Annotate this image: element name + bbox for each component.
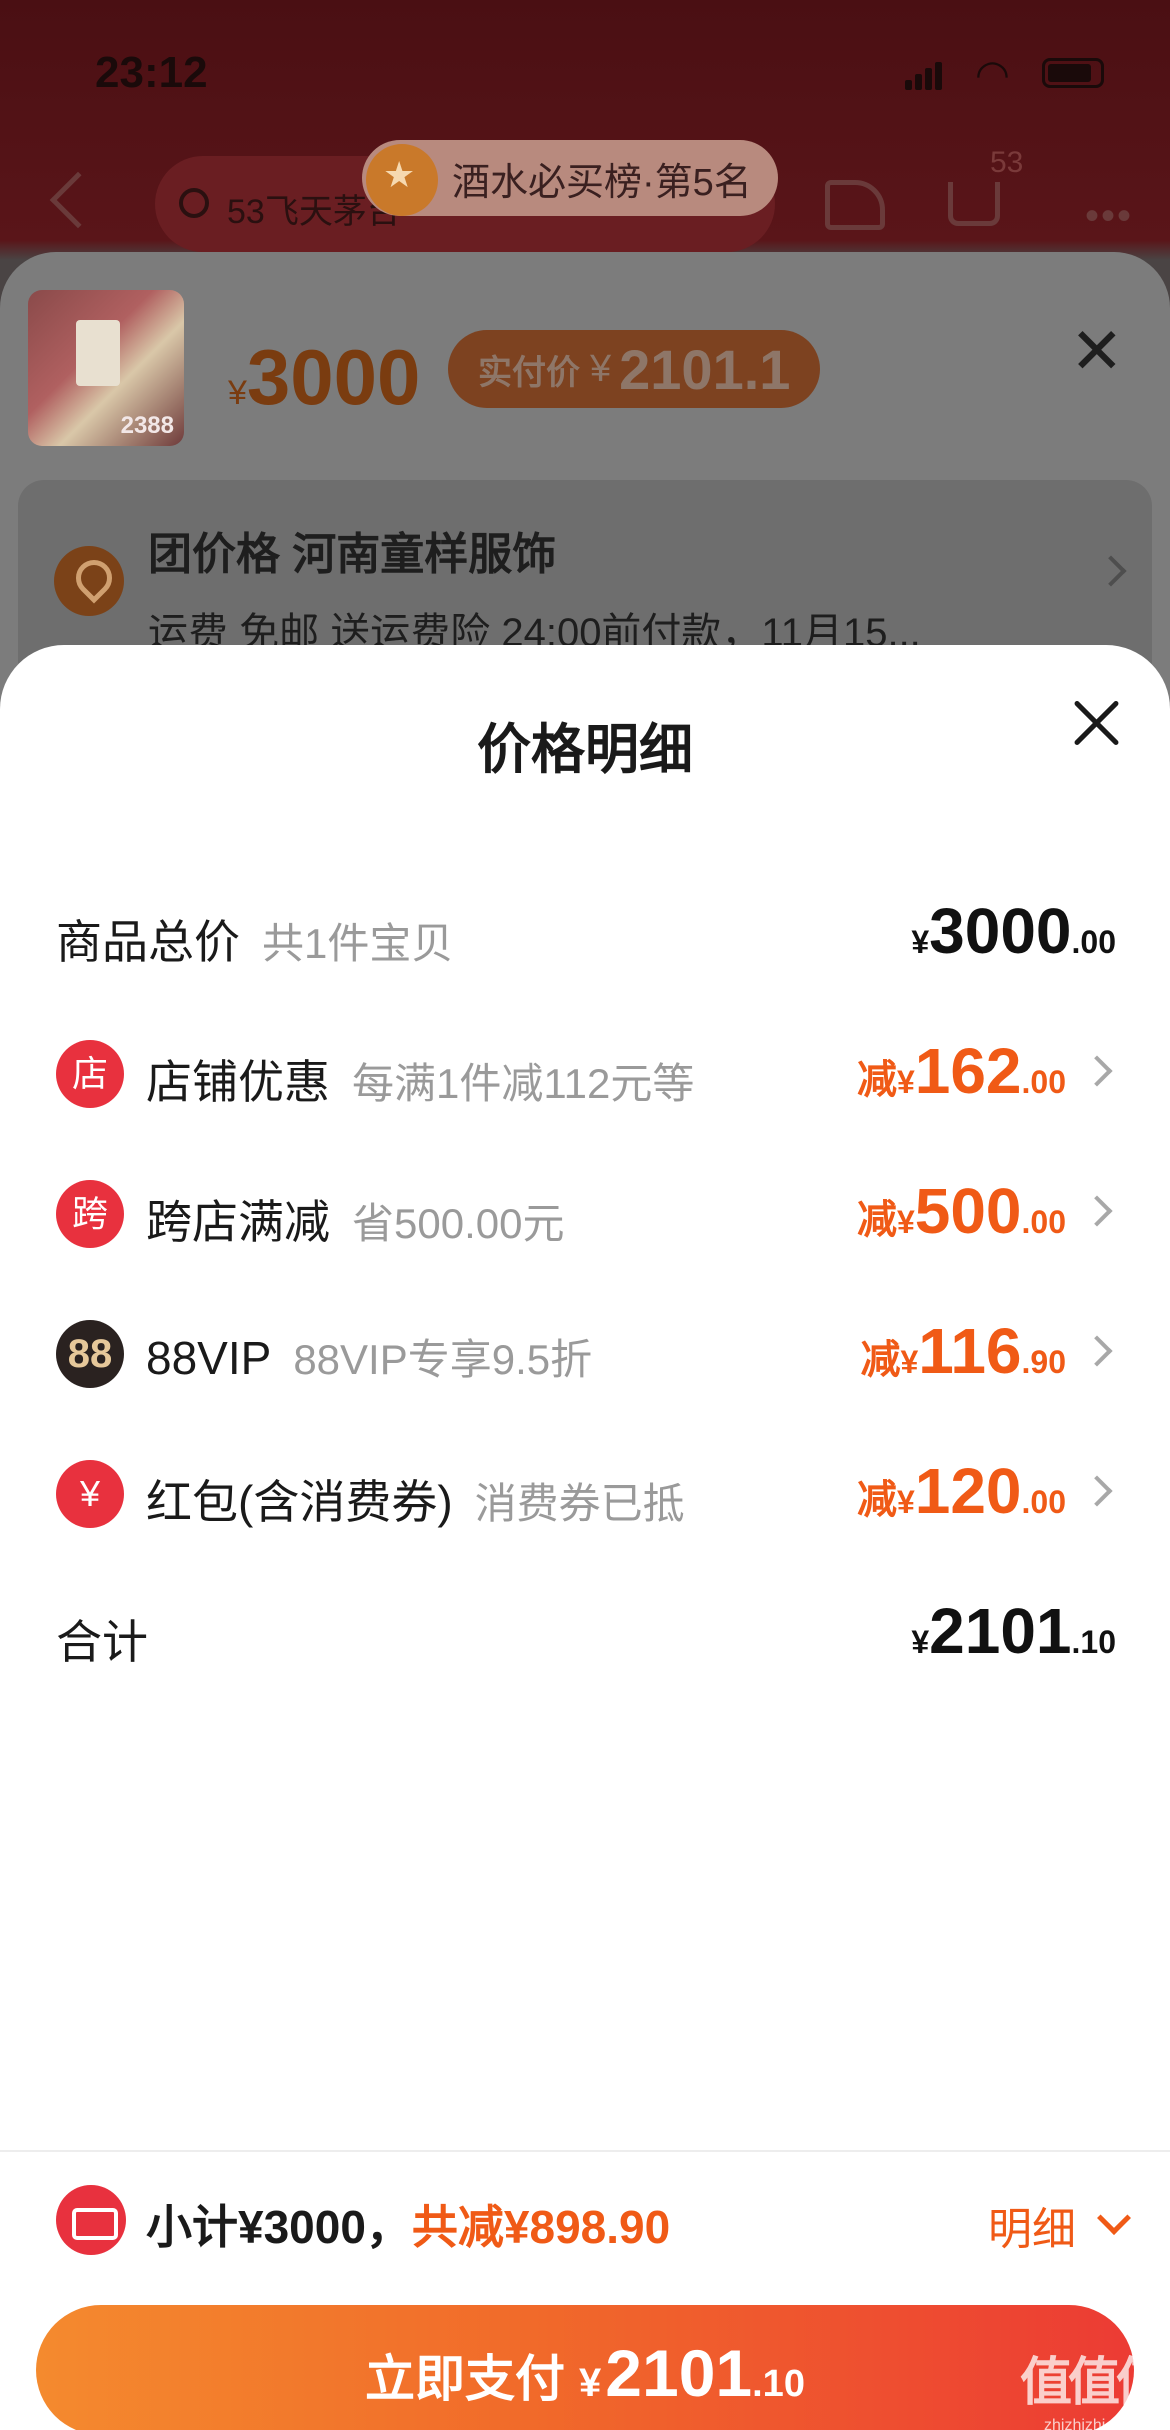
- status-bar: 23:12 ◠: [0, 0, 1170, 140]
- search-icon: [179, 188, 209, 218]
- more-icon[interactable]: •••: [1085, 194, 1133, 239]
- line-amount: 减 ¥500.00: [856, 1175, 1066, 1247]
- pay-yen: ¥: [579, 2361, 602, 2405]
- watermark-url: zhizhizhi.com: [1043, 2417, 1141, 2430]
- line-cross-store-discount[interactable]: 跨 跨店满减 省500.00元 减 ¥500.00: [56, 1170, 1116, 1260]
- line-amount: ¥3000.00: [911, 895, 1116, 967]
- shop-icon: 店: [56, 1040, 124, 1108]
- product-box: [76, 320, 120, 386]
- paid-price-badge: 实付价 ¥ 2101.1: [448, 330, 821, 408]
- line-label: 合计: [56, 1616, 148, 1668]
- paid-value: 2101.1: [619, 337, 791, 401]
- product-thumbnail: 2388: [28, 290, 184, 446]
- line-amount: 减 ¥116.90: [860, 1315, 1066, 1387]
- cart-count: 53: [990, 146, 1024, 179]
- chevron-right-icon: [1081, 1335, 1113, 1367]
- chevron-right-icon: [1081, 1195, 1113, 1227]
- detail-toggle-label: 明细: [988, 2205, 1076, 2254]
- sku-close-icon[interactable]: ✕: [1070, 314, 1124, 389]
- share-icon[interactable]: [825, 180, 885, 230]
- close-icon[interactable]: [1070, 697, 1122, 749]
- line-label: 88VIP 88VIP专享9.5折: [146, 1332, 593, 1384]
- line-88vip-discount[interactable]: 88 88VIP 88VIP专享9.5折 减 ¥116.90: [56, 1310, 1116, 1400]
- pay-now-button[interactable]: 立即支付 ¥ 2101 .10: [36, 2305, 1134, 2430]
- chevron-right-icon: [1081, 1475, 1113, 1507]
- line-red-packet[interactable]: ¥ 红包(含消费券) 消费券已抵 减 ¥120.00: [56, 1450, 1116, 1540]
- line-label: 店铺优惠 每满1件减112元等: [146, 1056, 695, 1108]
- pay-amount-dec: .10: [752, 2363, 805, 2405]
- watermark-logo: 值值值: [1020, 2354, 1168, 2412]
- line-total-price: 商品总价 共1件宝贝 ¥3000.00: [56, 890, 1116, 980]
- sku-price-value: 3000: [246, 333, 421, 421]
- line-label: 跨店满减 省500.00元: [146, 1196, 565, 1248]
- paid-label: 实付价: [478, 353, 580, 392]
- pay-amount-int: 2101: [605, 2336, 753, 2410]
- rank-badge[interactable]: 酒水必买榜·第5名: [362, 140, 778, 216]
- line-amount: ¥2101.10: [911, 1595, 1116, 1667]
- subtotal-text: 小计¥3000，共减¥898.90: [146, 2201, 671, 2253]
- 88vip-icon: 88: [56, 1320, 124, 1388]
- subtotal-reduce: 共减¥898.90: [411, 2201, 671, 2253]
- line-note: 每满1件减112元等: [352, 1060, 695, 1107]
- medal-icon: [366, 144, 438, 216]
- back-icon[interactable]: [49, 171, 107, 229]
- sku-price-yen: ¥: [228, 374, 247, 412]
- line-amount: 减 ¥120.00: [856, 1455, 1066, 1527]
- sku-price: ¥ 3000: [228, 332, 420, 423]
- signal-icon: [905, 62, 945, 90]
- screen: 23:12 ◠ 53飞天茅台 酒水必买榜·第5名 53 •••: [0, 0, 1170, 2430]
- red-packet-icon: ¥: [56, 1460, 124, 1528]
- chevron-right-icon: [1095, 555, 1127, 587]
- watermark: 值值值 zhizhizhi.com: [1020, 2340, 1168, 2430]
- detail-title: 价格明细: [477, 720, 693, 780]
- detail-toggle[interactable]: 明细: [988, 2193, 1131, 2257]
- cart-icon[interactable]: [948, 182, 1000, 226]
- price-detail-sheet: 价格明细 商品总价 共1件宝贝 ¥3000.00 店 店铺优惠 每满1件减112元等…: [0, 645, 1170, 2430]
- line-label: 红包(含消费券) 消费券已抵: [146, 1476, 685, 1528]
- battery-icon: [1042, 58, 1104, 88]
- chevron-right-icon: [1081, 1055, 1113, 1087]
- line-note: 88VIP专享9.5折: [293, 1336, 593, 1383]
- location-icon: [54, 546, 124, 616]
- line-note: 省500.00元: [352, 1200, 565, 1247]
- cross-store-icon: 跨: [56, 1180, 124, 1248]
- ticket-icon: [56, 2185, 126, 2255]
- chevron-down-icon: [1097, 2201, 1131, 2235]
- paid-yen: ¥: [590, 347, 612, 390]
- wifi-icon: ◠: [975, 53, 1010, 97]
- thumb-price: 2388: [120, 412, 174, 439]
- line-amount: 减 ¥162.00: [856, 1035, 1066, 1107]
- nav-bar: 53飞天茅台 酒水必买榜·第5名 53 •••: [0, 140, 1170, 260]
- line-label: 商品总价 共1件宝贝: [56, 916, 454, 968]
- rank-text: 酒水必买榜·第5名: [452, 161, 752, 204]
- pay-label: 立即支付: [365, 2351, 566, 2407]
- line-note: 共1件宝贝: [262, 920, 454, 967]
- shop-title: 团价格 河南童样服饰: [148, 530, 557, 579]
- line-note: 消费券已抵: [474, 1480, 685, 1527]
- line-shop-discount[interactable]: 店 店铺优惠 每满1件减112元等 减 ¥162.00: [56, 1030, 1116, 1120]
- footer-divider: [0, 2150, 1170, 2152]
- line-grand-total: 合计 ¥2101.10: [56, 1590, 1116, 1680]
- status-time: 23:12: [95, 48, 208, 97]
